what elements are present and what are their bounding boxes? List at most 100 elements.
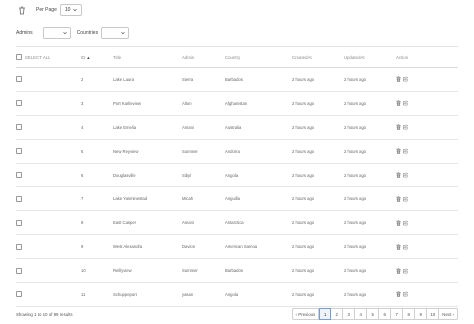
delete-trash-icon[interactable] (396, 100, 401, 107)
page-6-button[interactable]: 6 (379, 308, 392, 320)
page-3-button[interactable]: 3 (343, 308, 356, 320)
row-id: 2 (81, 76, 84, 82)
created-header: CreatedAt (292, 54, 312, 60)
row-actions (396, 115, 458, 139)
row-title: Reillyview (113, 268, 132, 274)
data-table: SELECT ALL ID▲ Title Admin Country Creat… (16, 46, 458, 307)
row-select-cell (16, 163, 81, 187)
row-created: 2 hours ago (292, 268, 315, 274)
page-10-button[interactable]: 10 (427, 308, 440, 320)
row-id: 4 (81, 124, 84, 130)
delete-trash-icon[interactable] (396, 124, 401, 130)
sort-asc-icon: ▲ (86, 54, 91, 60)
delete-trash-icon[interactable] (396, 220, 401, 226)
row-admin: Sierra (182, 76, 194, 82)
row-title: Schuppeport (113, 291, 137, 297)
row-checkbox[interactable] (16, 76, 22, 83)
table-row: 4 Lake Emelia Amani Australia 2 hours ag… (16, 115, 458, 140)
edit-icon[interactable] (403, 172, 408, 178)
row-country: Andorra (225, 148, 240, 154)
row-actions (396, 187, 458, 211)
delete-trash-icon[interactable] (396, 76, 401, 83)
pagination: ‹ Previous 1 2 3 4 5 6 7 8 9 10 Next › (291, 308, 458, 320)
header-row: SELECT ALL ID▲ Title Admin Country Creat… (16, 46, 458, 68)
row-id: 9 (81, 244, 84, 250)
row-checkbox[interactable] (16, 291, 22, 298)
edit-icon[interactable] (403, 124, 408, 130)
table-row: 5 New Reyview Summer Andorra 2 hours ago… (16, 139, 458, 164)
delete-trash-icon[interactable] (396, 172, 401, 178)
page-1-button[interactable]: 1 (319, 308, 332, 320)
row-admin: Amani (182, 220, 194, 226)
row-checkbox[interactable] (16, 243, 22, 250)
edit-icon[interactable] (403, 220, 408, 226)
per-page-select[interactable]: 10 (59, 4, 82, 16)
row-id: 6 (81, 172, 84, 178)
countries-filter-select[interactable] (101, 27, 130, 39)
page-9-button[interactable]: 9 (415, 308, 428, 320)
page-4-button[interactable]: 4 (355, 308, 368, 320)
row-checkbox[interactable] (16, 124, 22, 131)
select-all-checkbox[interactable] (16, 54, 22, 60)
row-actions (396, 235, 458, 259)
page-8-button[interactable]: 8 (403, 308, 416, 320)
delete-trash-icon[interactable] (396, 244, 401, 250)
edit-icon[interactable] (403, 196, 408, 202)
row-id: 3 (81, 100, 84, 106)
row-title: Lake Emelia (113, 124, 137, 130)
page-2-button[interactable]: 2 (331, 308, 344, 320)
delete-trash-icon[interactable] (396, 148, 401, 154)
row-title: Lake Laura (113, 76, 134, 82)
row-checkbox[interactable] (16, 100, 22, 107)
edit-icon[interactable] (403, 291, 408, 297)
row-created: 2 hours ago (292, 220, 315, 226)
row-checkbox[interactable] (16, 172, 22, 178)
row-updated: 2 hours ago (344, 124, 367, 130)
row-select-cell (16, 139, 81, 163)
row-title: West Alexandra (113, 244, 143, 250)
row-actions (396, 139, 458, 163)
row-created: 2 hours ago (292, 100, 315, 106)
admin-header: Admin (182, 54, 195, 60)
table-row: 2 Lake Laura Sierra Barbados 2 hours ago… (16, 68, 458, 92)
row-admin: yasan (182, 291, 194, 297)
row-updated: 2 hours ago (344, 196, 367, 202)
delete-trash-icon[interactable] (396, 267, 401, 274)
row-id: 8 (81, 220, 84, 226)
page-5-button[interactable]: 5 (367, 308, 380, 320)
row-checkbox[interactable] (16, 219, 22, 226)
edit-icon[interactable] (403, 76, 408, 82)
previous-page-button[interactable]: ‹ Previous (291, 308, 320, 320)
row-country: Afghanistan (225, 100, 248, 106)
row-country: American Samoa (225, 244, 258, 250)
action-header: Action (396, 54, 409, 60)
row-checkbox[interactable] (16, 195, 22, 202)
row-updated: 2 hours ago (344, 244, 367, 250)
row-checkbox[interactable] (16, 267, 22, 274)
delete-trash-icon[interactable] (396, 196, 401, 202)
row-updated: 2 hours ago (344, 76, 367, 82)
row-checkbox[interactable] (16, 148, 22, 155)
row-created: 2 hours ago (292, 196, 315, 202)
row-updated: 2 hours ago (344, 100, 367, 106)
edit-icon[interactable] (403, 100, 408, 106)
chevron-down-icon (121, 31, 125, 35)
bulk-delete-trash-icon[interactable] (16, 4, 27, 16)
delete-trash-icon[interactable] (396, 291, 401, 298)
table-body: 2 Lake Laura Sierra Barbados 2 hours ago… (16, 68, 458, 307)
table-row: 11 Schuppeport yasan Angola 2 hours ago … (16, 283, 458, 307)
id-header[interactable]: ID▲ (81, 47, 113, 68)
edit-icon[interactable] (403, 268, 408, 274)
filters-bar: Admins Countries (16, 26, 130, 40)
edit-icon[interactable] (403, 148, 408, 154)
row-select-cell (16, 283, 81, 307)
row-actions (396, 211, 458, 235)
row-title: New Reyview (113, 148, 139, 154)
page-7-button[interactable]: 7 (391, 308, 404, 320)
edit-icon[interactable] (403, 244, 408, 250)
row-title: Lake Yasminestad (113, 196, 148, 202)
row-updated: 2 hours ago (344, 291, 367, 297)
next-page-button[interactable]: Next › (439, 308, 458, 320)
admins-filter-select[interactable] (42, 27, 71, 39)
select-all-header: SELECT ALL (16, 47, 81, 68)
